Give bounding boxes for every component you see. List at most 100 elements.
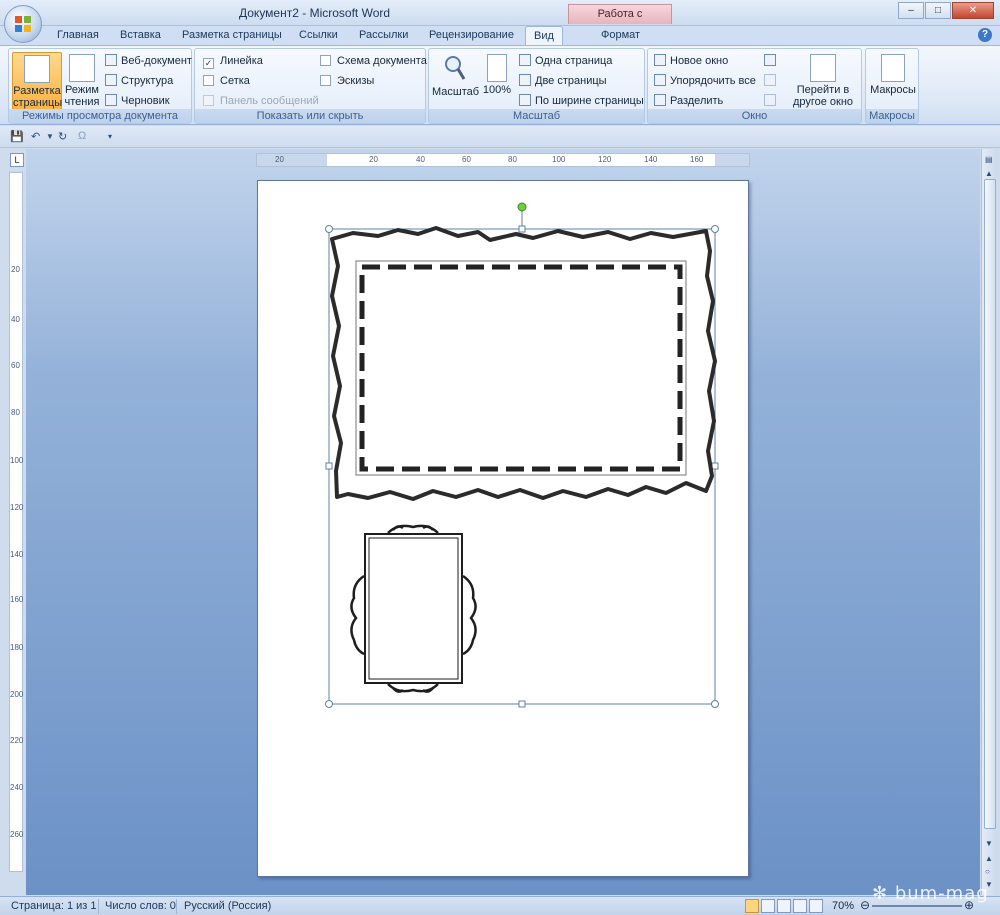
customize-toolbar-icon[interactable]: ▾ [108, 132, 112, 141]
group-label-show-hide: Показать или скрыть [195, 109, 425, 123]
page-width-button[interactable]: По ширине страницы [519, 93, 644, 109]
group-zoom: Масштаб 100% Одна страница Две страницы … [428, 48, 645, 124]
print-layout-view-icon[interactable] [745, 899, 759, 913]
zoom-slider[interactable] [872, 905, 962, 907]
zoom-button[interactable]: Масштаб [432, 52, 479, 110]
office-button[interactable] [4, 5, 42, 43]
ribbon-tab-row: Главная Вставка Разметка страницы Ссылки… [0, 26, 1000, 46]
new-window-button[interactable]: Новое окно [654, 53, 728, 69]
inner-frame-outline [355, 260, 687, 476]
switch-windows-icon [810, 54, 836, 82]
zoom-level[interactable]: 70% [832, 900, 854, 912]
arrange-all-button[interactable]: Упорядочить все [654, 73, 756, 89]
reading-view-button[interactable]: Режим чтения [64, 52, 100, 110]
document-map-checkbox[interactable]: Схема документа [320, 53, 427, 69]
view-side-by-side-button[interactable] [764, 53, 780, 69]
document-page[interactable] [257, 180, 749, 877]
draft-icon [105, 94, 117, 106]
zoom-out-icon[interactable]: ⊖ [860, 898, 870, 912]
draft-button[interactable]: Черновик [105, 93, 170, 109]
undo-icon[interactable]: ↶ [31, 130, 40, 143]
tab-references[interactable]: Ссылки [299, 29, 338, 41]
web-layout-view-icon[interactable] [777, 899, 791, 913]
macros-button[interactable]: Макросы [868, 52, 918, 110]
word-count[interactable]: Число слов: 0 [105, 900, 176, 912]
tab-view[interactable]: Вид [525, 26, 563, 46]
checkbox-checked-icon: ✓ [203, 58, 214, 69]
globe-icon [105, 54, 117, 66]
thumbnails-checkbox[interactable]: Эскизы [320, 73, 374, 89]
previous-page-icon[interactable]: ▲ [985, 854, 993, 863]
ruler-checkbox[interactable]: ✓ Линейка [203, 53, 263, 69]
symbol-omega-icon: Ω [78, 130, 87, 142]
tab-page-layout[interactable]: Разметка страницы [182, 29, 282, 41]
split-icon [654, 94, 666, 106]
tab-review[interactable]: Рецензирование [429, 29, 514, 41]
vertical-scrollbar[interactable]: ▤ ▲ ▼ ▲ ○ ▼ [981, 149, 998, 895]
page-layout-view-button[interactable]: Разметка страницы [12, 52, 62, 110]
reading-view-icon [69, 54, 95, 82]
synchronous-scroll-button [764, 73, 780, 89]
horizontal-ruler[interactable]: 20 20 40 60 80 100 120 140 160 [256, 153, 750, 167]
tab-home[interactable]: Главная [57, 29, 99, 41]
zoom-100-button[interactable]: 100% [481, 52, 513, 110]
sync-scroll-icon [764, 74, 776, 86]
group-window: Новое окно Упорядочить все Разделить Пер… [647, 48, 862, 124]
redo-icon[interactable]: ↻ [58, 130, 67, 143]
scroll-up-icon[interactable]: ▲ [985, 169, 993, 178]
draft-view-icon[interactable] [809, 899, 823, 913]
undo-dropdown-icon[interactable]: ▼ [46, 132, 54, 141]
view-buttons [745, 899, 823, 913]
group-show-hide: ✓ Линейка Сетка Панель сообщений Схема до… [194, 48, 427, 124]
browse-object-icon[interactable]: ○ [985, 867, 990, 876]
new-window-icon [654, 54, 666, 66]
ornamental-frame [350, 524, 477, 693]
scroll-down-icon[interactable]: ▼ [985, 839, 993, 848]
window-controls: – □ ✕ [898, 2, 994, 19]
tab-selector[interactable]: L [10, 153, 24, 167]
tab-mailings[interactable]: Рассылки [359, 29, 408, 41]
ruler-toggle-icon[interactable]: ▤ [985, 155, 993, 164]
page-count[interactable]: Страница: 1 из 1 [11, 900, 97, 912]
window-title: Документ2 - Microsoft Word [239, 6, 391, 20]
reset-window-position-button [764, 93, 780, 109]
tab-format[interactable]: Формат [601, 29, 640, 41]
maximize-button[interactable]: □ [925, 2, 951, 19]
full-screen-reading-view-icon[interactable] [761, 899, 775, 913]
split-button[interactable]: Разделить [654, 93, 723, 109]
outline-icon [105, 74, 117, 86]
help-icon[interactable]: ? [978, 28, 992, 42]
one-page-button[interactable]: Одна страница [519, 53, 612, 69]
picture-canvas[interactable] [258, 181, 750, 878]
web-layout-button[interactable]: Веб-документ [105, 53, 192, 69]
dashed-inner-frame [359, 264, 683, 472]
side-by-side-icon [764, 54, 776, 66]
quick-access-toolbar: 💾 ↶ ▼ ↻ Ω ▾ [0, 126, 1000, 148]
picture-tools-context-header: Работа с рисунками [568, 4, 672, 38]
office-logo-icon [15, 16, 31, 32]
scrollbar-thumb[interactable] [984, 179, 996, 829]
tab-insert[interactable]: Вставка [120, 29, 161, 41]
one-page-icon [519, 54, 531, 66]
title-bar: Документ2 - Microsoft Word Работа с рису… [0, 0, 1000, 38]
outline-button[interactable]: Структура [105, 73, 173, 89]
macros-icon [881, 54, 905, 82]
close-button[interactable]: ✕ [952, 2, 994, 19]
switch-windows-button[interactable]: Перейти в другое окно [786, 52, 860, 110]
grid-checkbox[interactable]: Сетка [203, 73, 250, 89]
group-label-views: Режимы просмотра документа [9, 109, 191, 123]
rotate-handle[interactable] [517, 202, 527, 212]
ribbon: Разметка страницы Режим чтения Веб-докум… [0, 45, 1000, 125]
arrange-all-icon [654, 74, 666, 86]
minimize-button[interactable]: – [898, 2, 924, 19]
outline-view-icon[interactable] [793, 899, 807, 913]
two-pages-icon [519, 74, 531, 86]
vertical-ruler[interactable]: 20 40 60 80 100 120 140 160 180 200 220 … [9, 172, 23, 872]
watermark: ✻ bum-mag [872, 883, 989, 904]
language[interactable]: Русский (Россия) [184, 900, 271, 912]
two-pages-button[interactable]: Две страницы [519, 73, 607, 89]
page-layout-icon [24, 55, 50, 83]
save-icon[interactable]: 💾 [10, 130, 24, 143]
magnifier-icon [445, 56, 466, 80]
status-bar: Страница: 1 из 1 Число слов: 0 Русский (… [0, 896, 1000, 915]
